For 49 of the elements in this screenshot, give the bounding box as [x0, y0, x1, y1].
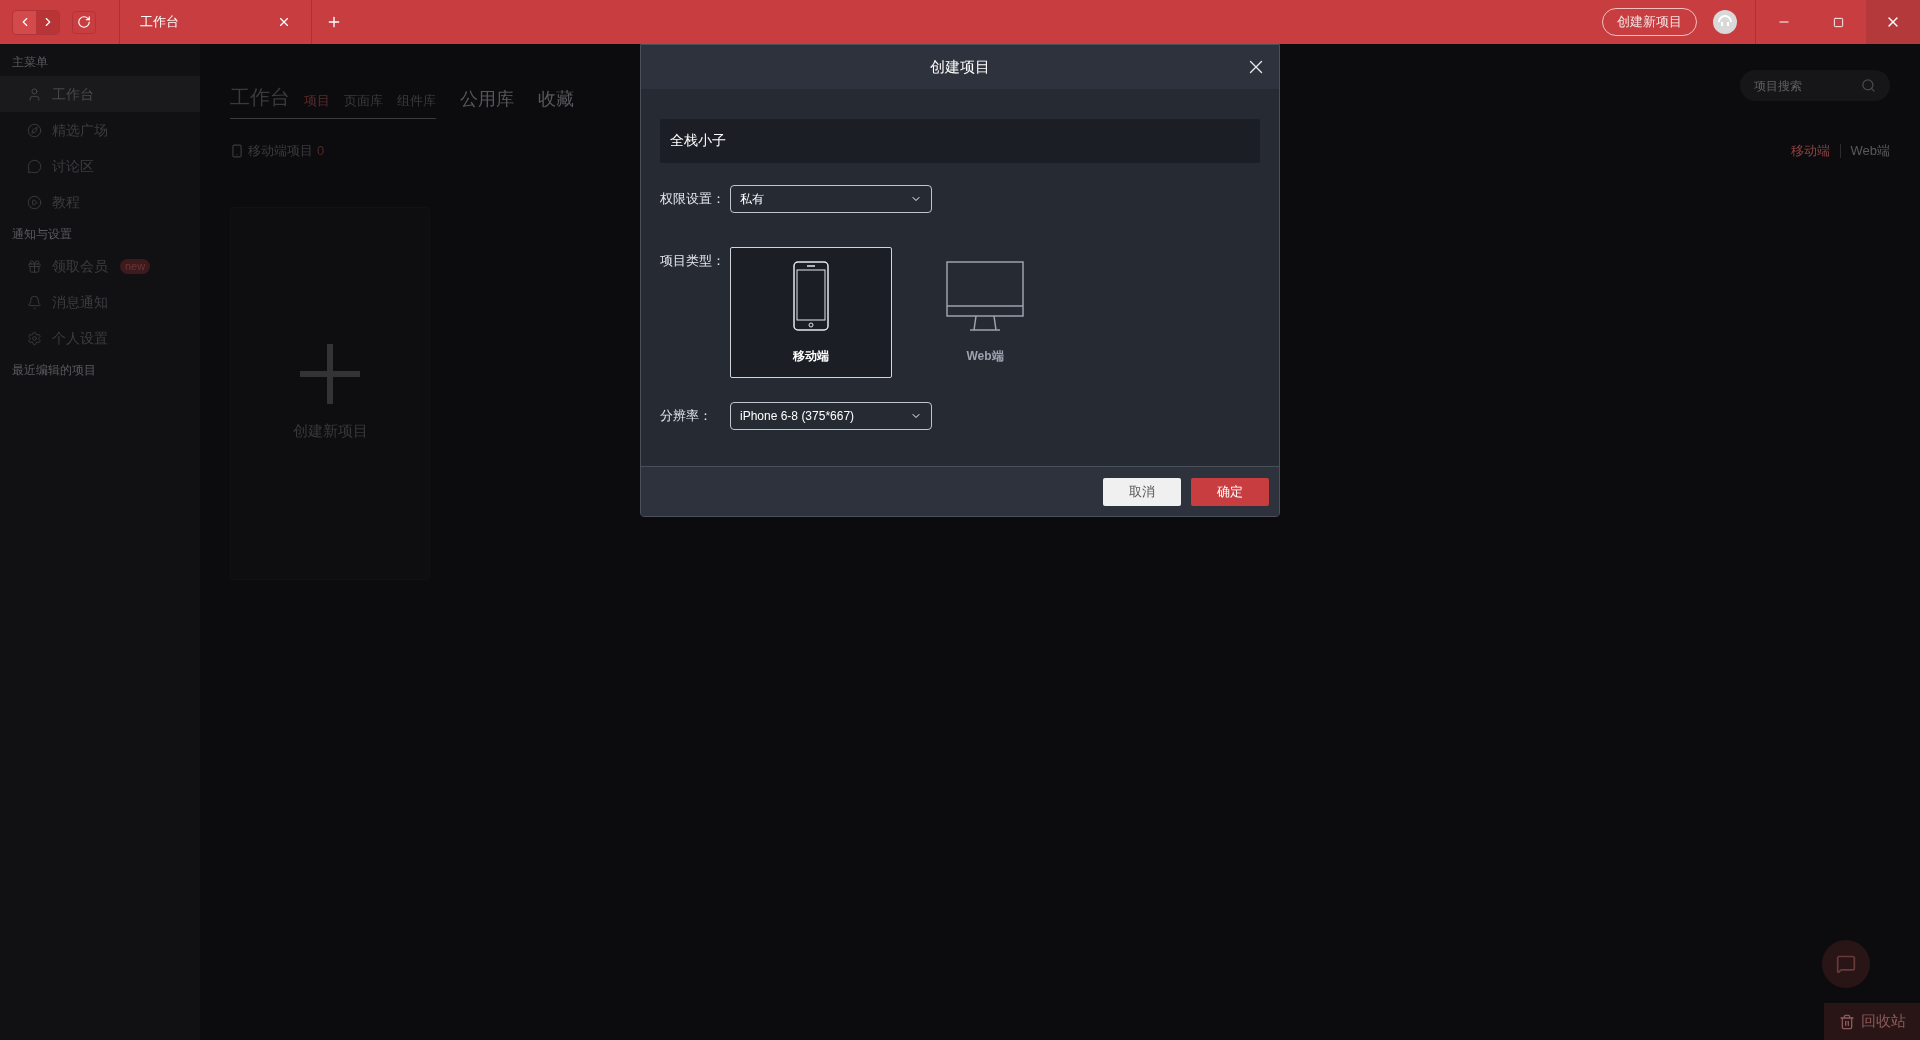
section-title: 通知与设置 — [11, 226, 73, 243]
project-count: 0 — [317, 142, 325, 160]
back-button[interactable] — [13, 10, 36, 34]
compass-icon — [27, 122, 42, 138]
permission-select[interactable]: 私有 — [730, 185, 932, 213]
resolution-select[interactable]: iPhone 6-8 (375*667) — [730, 402, 932, 430]
platform-tab[interactable]: 移动端 — [1790, 141, 1830, 161]
user-icon — [27, 86, 42, 102]
forward-button[interactable] — [36, 10, 59, 34]
nav-tab[interactable]: 项目 — [304, 90, 330, 112]
monitor-icon — [946, 260, 1024, 331]
refresh-icon — [77, 15, 91, 29]
phone-icon — [230, 143, 244, 158]
confirm-button[interactable]: 确定 — [1191, 477, 1269, 506]
maximize-icon — [1833, 16, 1844, 28]
nav-tab[interactable]: 收藏 — [538, 86, 574, 119]
nav-tab[interactable]: 公用库 — [460, 86, 514, 119]
close-tab-icon[interactable] — [277, 15, 291, 29]
field-label: 项目类型： — [660, 252, 726, 270]
new-tab-icon[interactable] — [326, 14, 342, 30]
recycle-bin-button[interactable]: 回收站 — [1824, 1003, 1920, 1040]
plus-icon — [300, 343, 360, 404]
tab-label: 工作台 — [140, 13, 179, 32]
search-field[interactable]: 项目搜索 — [1740, 70, 1890, 101]
settings-icon — [27, 330, 42, 346]
refresh-button[interactable] — [72, 10, 96, 34]
field-label: 分辨率： — [660, 407, 713, 426]
section-title: 主菜单 — [11, 54, 49, 71]
option-label: Web端 — [966, 347, 1004, 365]
gift-icon — [27, 258, 42, 274]
trash-icon — [1838, 1013, 1855, 1030]
close-window-button[interactable] — [1866, 0, 1920, 44]
search-icon — [1861, 78, 1876, 93]
name-field[interactable]: 全栈小子 — [660, 119, 1260, 163]
cancel-button[interactable]: 取消 — [1103, 477, 1181, 506]
bell-icon — [27, 294, 42, 310]
option-label: 移动端 — [793, 347, 829, 365]
chat-icon — [1836, 954, 1856, 974]
type-option[interactable]: 移动端 — [730, 247, 892, 378]
play-icon — [27, 194, 42, 210]
phone-icon — [793, 260, 829, 331]
platform-tab[interactable]: Web端 — [1850, 141, 1890, 161]
chat-button[interactable] — [1822, 940, 1870, 988]
chat-bubble-icon — [27, 158, 42, 174]
avatar-icon — [1713, 10, 1737, 34]
type-option[interactable]: Web端 — [904, 247, 1066, 378]
dialog-title: 创建项目 — [930, 56, 990, 77]
field-label: 权限设置： — [660, 190, 726, 209]
section-title: 最近编辑的项目 — [11, 362, 97, 379]
